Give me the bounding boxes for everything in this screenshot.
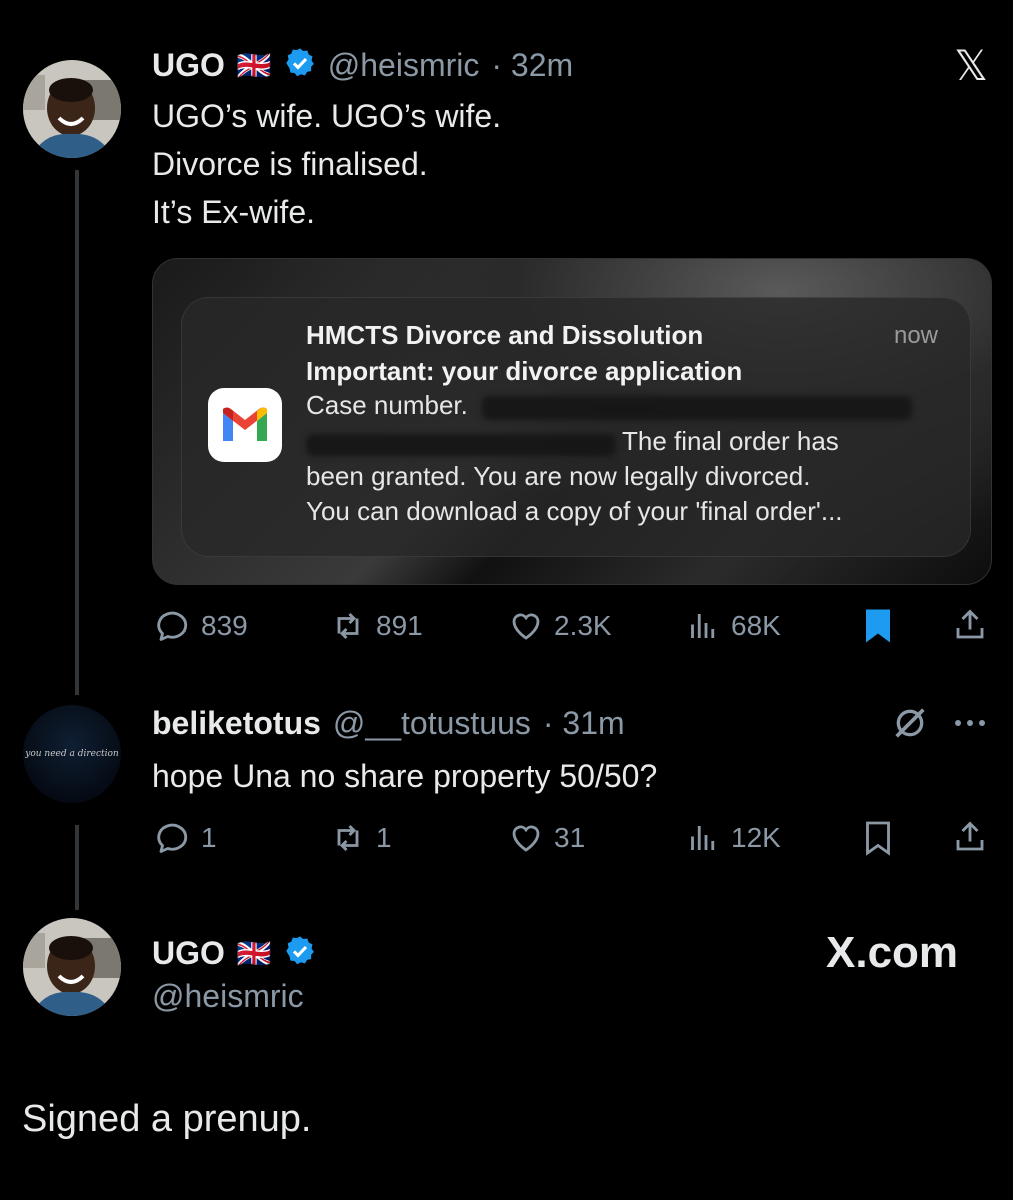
thread-line: [75, 825, 79, 910]
notification-subject: Important: your divorce application: [306, 356, 743, 386]
avatar-photo: [23, 918, 121, 1016]
bookmark-button[interactable]: [860, 606, 896, 646]
avatar[interactable]: you need a direction: [23, 705, 121, 803]
reply-button[interactable]: 839: [155, 606, 248, 646]
share-button[interactable]: [952, 606, 988, 646]
handle[interactable]: @heismric: [328, 47, 480, 84]
like-count: 31: [554, 822, 586, 853]
views-button[interactable]: 68K: [685, 606, 781, 646]
repost-icon: [337, 824, 359, 852]
like-button[interactable]: 2.3K: [508, 606, 612, 646]
bookmark-button[interactable]: [860, 818, 896, 858]
tweet-text: UGO’s wife. UGO’s wife. Divorce is final…: [152, 98, 502, 230]
bookmark-filled-icon: [866, 609, 890, 643]
avatar[interactable]: [23, 60, 121, 158]
repost-count: 891: [376, 610, 423, 641]
notification-sender: HMCTS Divorce and Dissolution: [306, 320, 704, 350]
uk-flag-icon: 🇬🇧: [236, 937, 272, 969]
bookmark-icon: [866, 821, 890, 856]
heart-icon: [512, 825, 540, 852]
x-com-brand: X.com: [826, 928, 959, 977]
share-button[interactable]: [952, 818, 988, 858]
grok-icon: [895, 708, 925, 738]
repost-button[interactable]: 1: [330, 818, 392, 858]
timestamp[interactable]: · 31m: [543, 705, 625, 742]
like-count: 2.3K: [554, 610, 612, 641]
analytics-icon: [691, 614, 715, 638]
avatar-caption: you need a direction: [25, 749, 119, 759]
share-icon: [956, 609, 984, 639]
handle[interactable]: @__totustuus: [333, 705, 531, 742]
timestamp[interactable]: · 32m: [491, 47, 573, 84]
heart-icon: [512, 613, 540, 640]
grok-button[interactable]: [890, 703, 930, 743]
like-button[interactable]: 31: [508, 818, 585, 858]
thread-line: [75, 170, 79, 695]
notification-line4: You can download a copy of your 'final o…: [306, 496, 843, 526]
share-icon: [956, 821, 984, 851]
display-name[interactable]: beliketotus: [152, 705, 321, 742]
display-name[interactable]: UGO: [152, 935, 225, 972]
verified-badge-icon: [284, 935, 316, 972]
more-icon: [955, 720, 985, 726]
x-logo-icon: 𝕏: [954, 41, 988, 89]
display-name[interactable]: UGO: [152, 47, 225, 84]
tweet-text: hope Una no share property 50/50?: [152, 758, 658, 794]
avatar[interactable]: [23, 918, 121, 1016]
view-count: 68K: [731, 610, 781, 641]
avatar-photo: [23, 60, 121, 158]
repost-icon: [337, 612, 359, 640]
tweet-text: Signed a prenup.: [22, 1098, 312, 1140]
reply-button[interactable]: 1: [155, 818, 217, 858]
media-image[interactable]: HMCTS Divorce and Dissolution now Import…: [152, 258, 992, 585]
handle[interactable]: @heismric: [152, 978, 304, 1015]
redaction-scribble: [482, 396, 912, 420]
close-button[interactable]: 𝕏: [948, 41, 994, 89]
reply-icon: [157, 611, 188, 641]
reply-icon: [157, 823, 188, 853]
notification-case-label: Case number.: [306, 390, 468, 420]
more-options-button[interactable]: [950, 708, 990, 738]
uk-flag-icon: 🇬🇧: [236, 49, 272, 81]
reply-count: 839: [201, 610, 248, 641]
gmail-icon: [208, 388, 282, 462]
views-button[interactable]: 12K: [685, 818, 781, 858]
reply-count: 1: [201, 822, 217, 853]
notification-line3: been granted. You are now legally divorc…: [306, 461, 811, 491]
email-notification: HMCTS Divorce and Dissolution now Import…: [181, 297, 971, 557]
redaction-scribble: [306, 434, 616, 456]
view-count: 12K: [731, 822, 781, 853]
verified-badge-icon: [284, 47, 316, 84]
repost-count: 1: [376, 822, 392, 853]
analytics-icon: [691, 826, 715, 850]
notification-line2: The final order has: [622, 426, 839, 456]
repost-button[interactable]: 891: [330, 606, 423, 646]
notification-time: now: [893, 322, 938, 349]
